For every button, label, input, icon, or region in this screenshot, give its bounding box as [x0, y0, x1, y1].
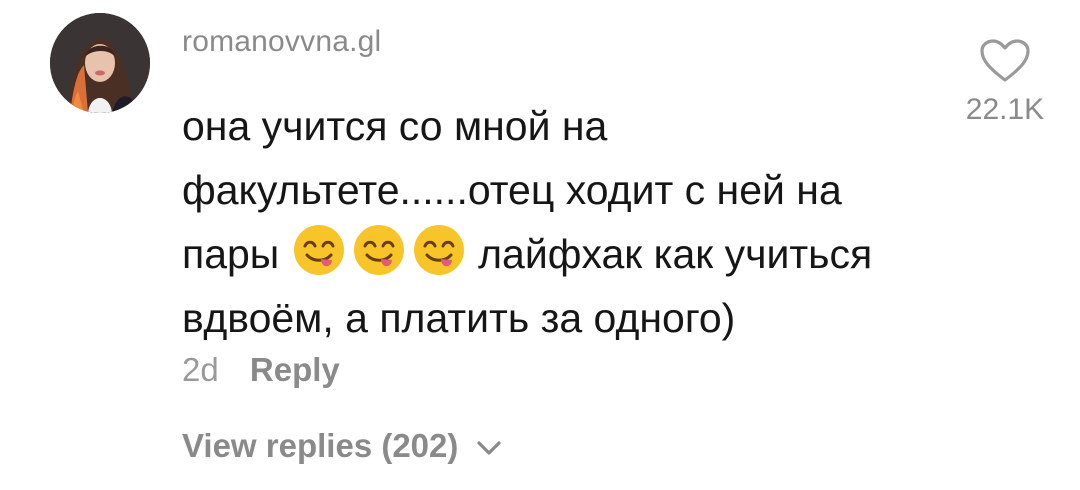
savoring-food-emoji-icon [413, 225, 464, 275]
comment-line-5: вдвоём, а платить за одного) [182, 295, 736, 341]
view-replies-button[interactable]: View replies (202) [182, 424, 502, 468]
savoring-food-emoji-icon [293, 225, 344, 275]
reply-button[interactable]: Reply [250, 351, 340, 388]
comment-line-4-text: лайфхак как учиться [478, 231, 873, 277]
comment-line-2: факультете......отец ходит с ней на [182, 167, 842, 213]
comment-meta: 2d Reply [182, 348, 340, 392]
comment-text: она учится со мной на факультете......от… [182, 94, 922, 350]
view-replies-label: View replies (202) [182, 427, 459, 464]
username[interactable]: romanovvna.gl [182, 22, 381, 62]
comment-line-3: пары лайфхак как учиться [182, 222, 922, 286]
heart-outline-icon[interactable] [979, 38, 1031, 84]
like-control: 22.1K [950, 38, 1060, 128]
savoring-food-emoji-icon [353, 225, 404, 275]
chevron-down-icon [476, 441, 501, 455]
avatar[interactable] [50, 13, 150, 113]
comment-line-3-text: пары [182, 231, 280, 277]
timestamp: 2d [182, 351, 219, 388]
comment-line-1: она учится со мной на [182, 103, 608, 149]
like-count: 22.1K [965, 93, 1045, 126]
